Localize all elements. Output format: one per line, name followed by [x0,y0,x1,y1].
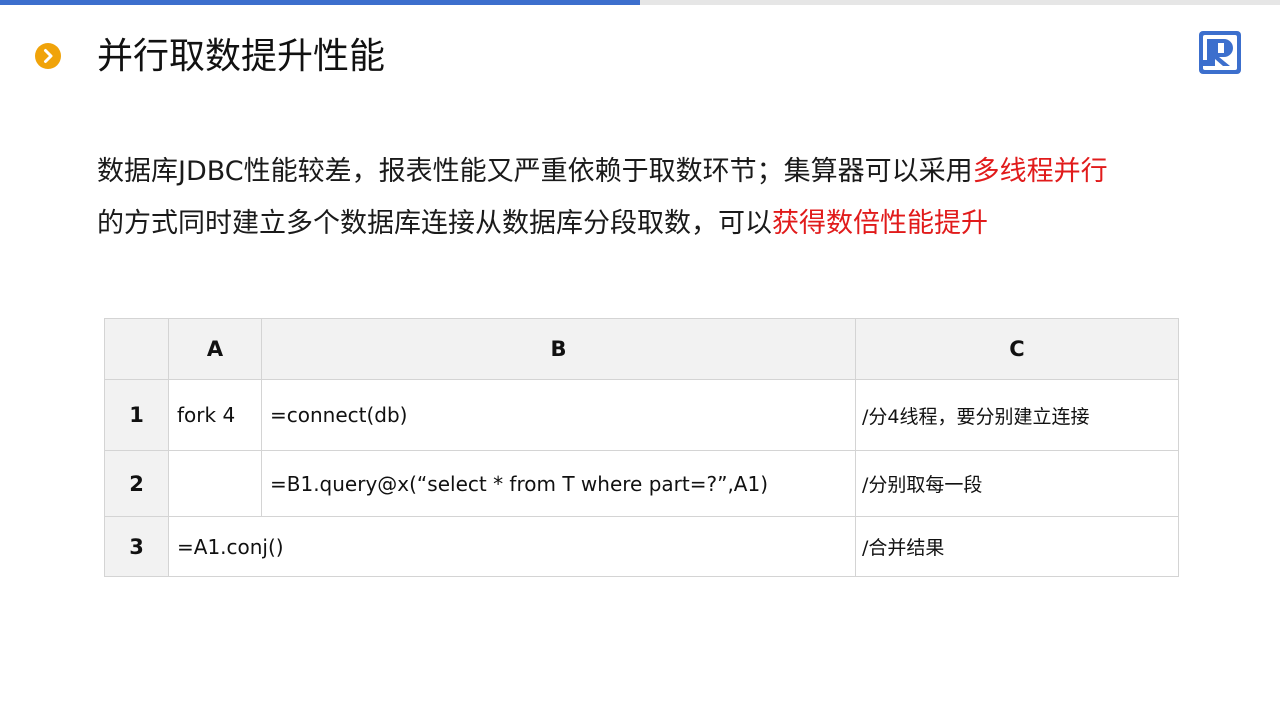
grid-corner-cell[interactable] [104,318,169,380]
column-header-c[interactable]: C [855,318,1179,380]
cell-a2[interactable] [168,450,262,517]
progress-fill [0,0,640,5]
row-number-3[interactable]: 3 [104,516,169,577]
grid-header-row: A B C [104,318,1179,380]
row-number-2[interactable]: 2 [104,450,169,517]
cell-c1[interactable]: /分4线程，要分别建立连接 [855,379,1179,451]
description: 数据库JDBC性能较差，报表性能又严重依赖于取数环节；集算器可以采用多线程并行 … [97,146,1217,250]
grid-row-3: 3 =A1.conj() /合并结果 [104,516,1179,577]
description-highlight-2: 获得数倍性能提升 [772,208,988,239]
cell-b1[interactable]: =connect(db) [261,379,856,451]
column-header-b[interactable]: B [261,318,856,380]
description-text-2: 的方式同时建立多个数据库连接从数据库分段取数，可以 [97,208,772,239]
progress-bar [0,0,1280,5]
grid-row-2: 2 =B1.query@x(“select * from T where par… [104,450,1179,517]
r-logo-icon [1199,31,1241,74]
cell-a1[interactable]: fork 4 [168,379,262,451]
slide: 并行取数提升性能 数据库JDBC性能较差，报表性能又严重依赖于取数环节；集算器可… [0,0,1280,720]
description-text-1: 数据库JDBC性能较差，报表性能又严重依赖于取数环节；集算器可以采用 [97,156,973,187]
chevron-right-circle-icon [35,43,61,69]
cell-c2[interactable]: /分别取每一段 [855,450,1179,517]
row-number-1[interactable]: 1 [104,379,169,451]
cell-c3[interactable]: /合并结果 [855,516,1179,577]
column-header-a[interactable]: A [168,318,262,380]
description-highlight-1: 多线程并行 [972,156,1108,187]
page-title: 并行取数提升性能 [97,36,386,77]
cell-a3[interactable]: =A1.conj() [168,516,856,577]
code-grid: A B C 1 fork 4 =connect(db) /分4线程，要分别建立连… [104,318,1179,577]
grid-row-1: 1 fork 4 =connect(db) /分4线程，要分别建立连接 [104,379,1179,451]
description-line-1: 数据库JDBC性能较差，报表性能又严重依赖于取数环节；集算器可以采用多线程并行 [97,146,1217,198]
cell-b2[interactable]: =B1.query@x(“select * from T where part=… [261,450,856,517]
description-line-2: 的方式同时建立多个数据库连接从数据库分段取数，可以获得数倍性能提升 [97,198,1217,250]
